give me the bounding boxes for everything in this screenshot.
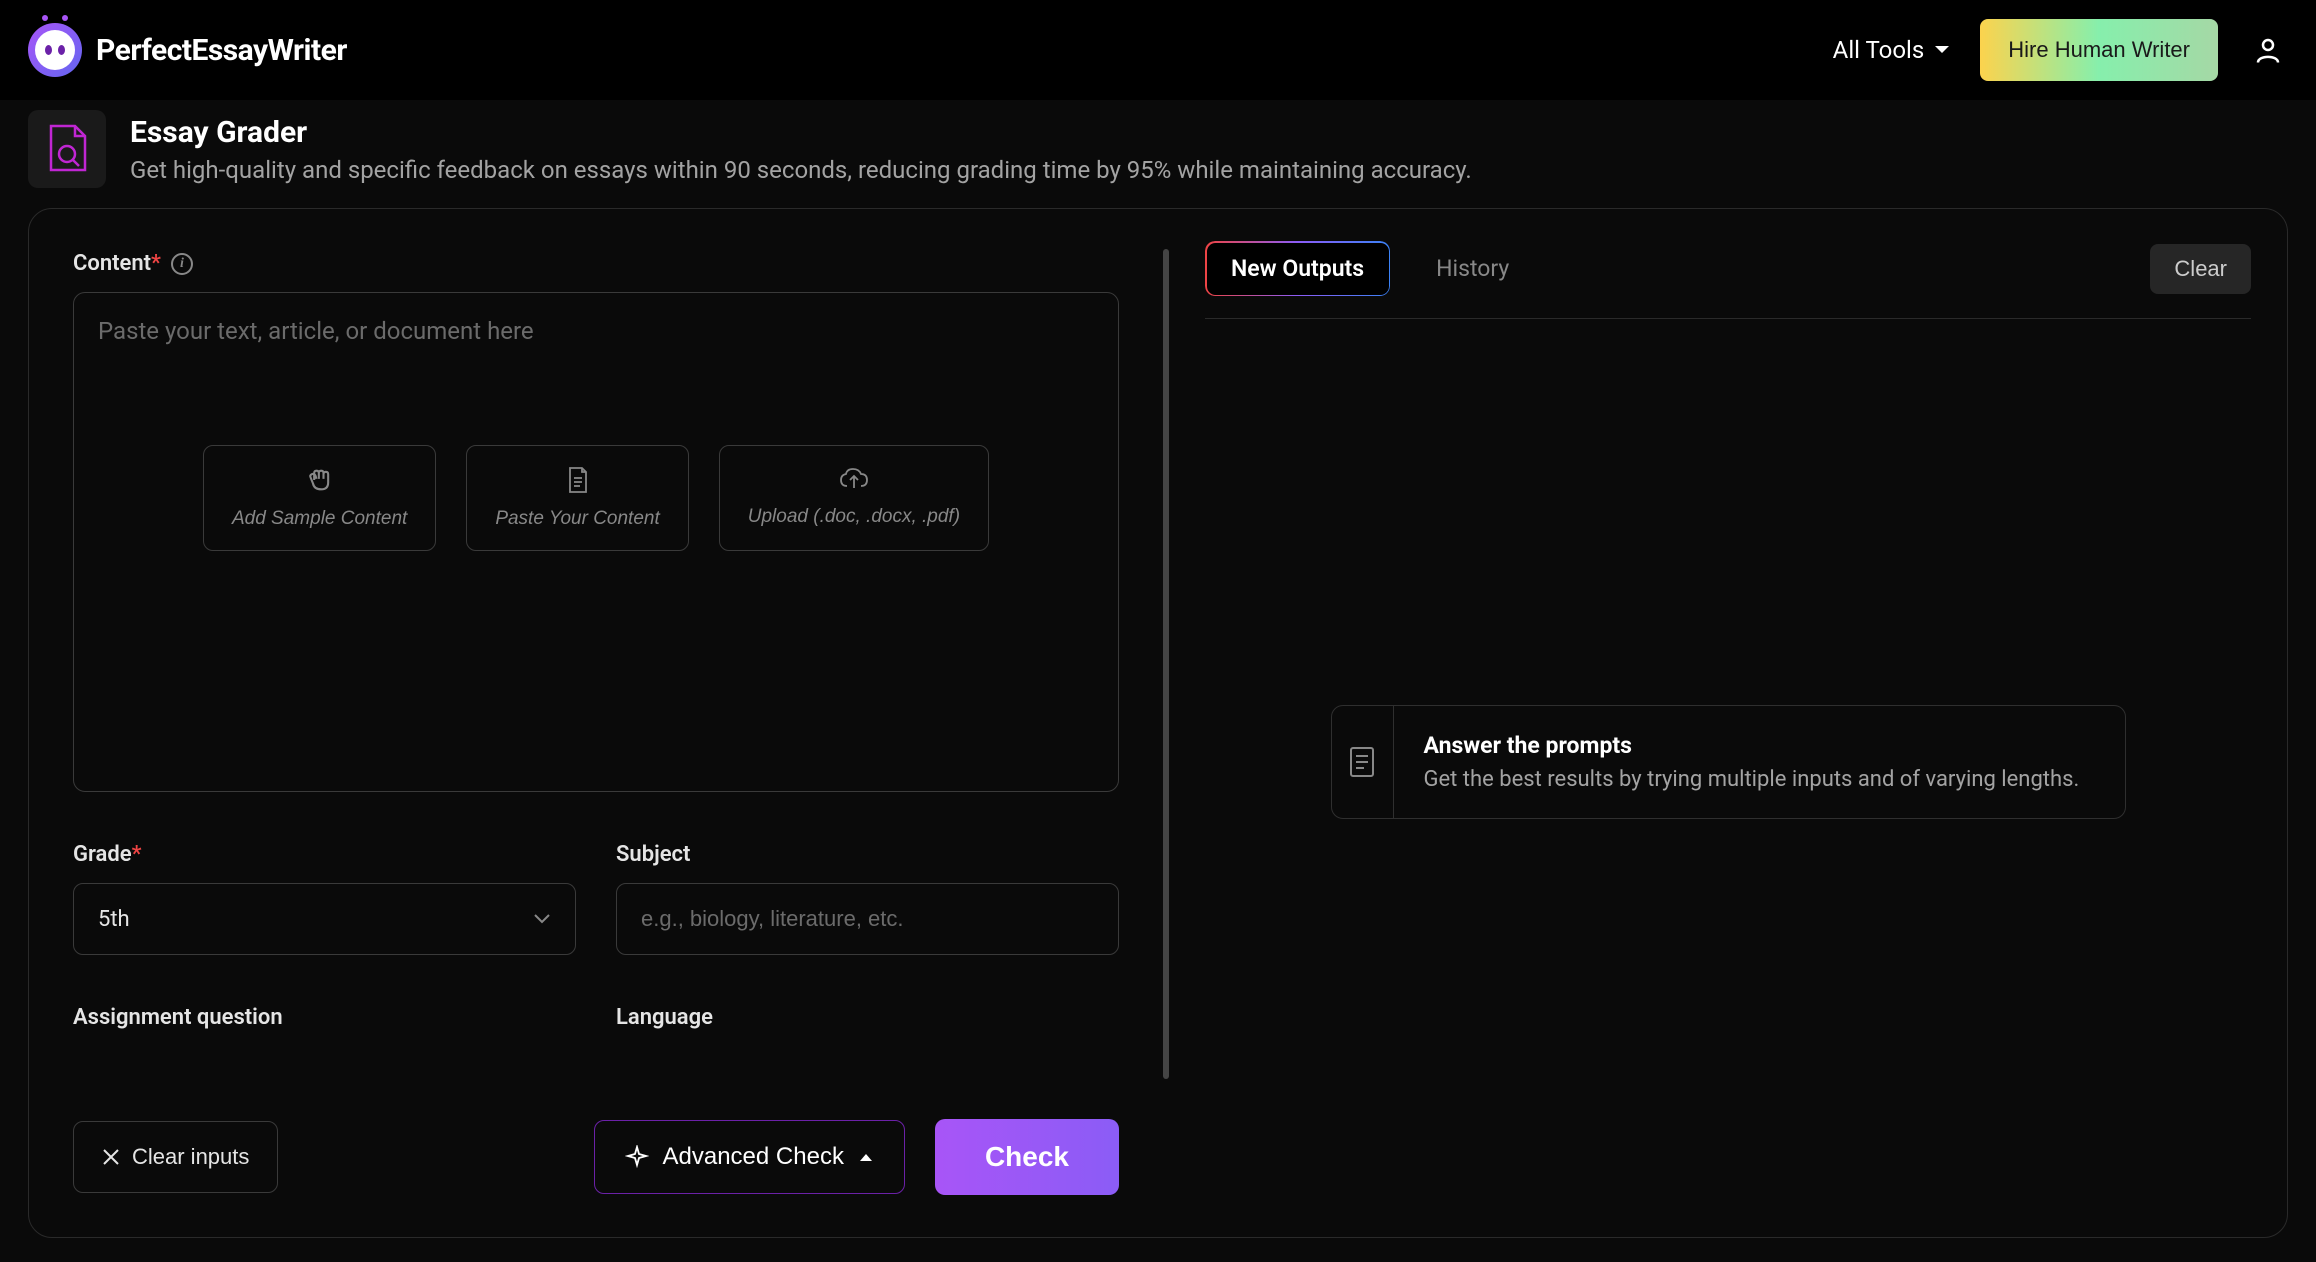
tab-new-outputs[interactable]: New Outputs xyxy=(1205,241,1390,296)
page-subtitle: Get high-quality and specific feedback o… xyxy=(130,156,1472,184)
document-icon xyxy=(566,466,590,494)
user-profile-icon[interactable] xyxy=(2248,30,2288,70)
grade-select[interactable]: 5th xyxy=(73,883,576,955)
subject-label: Subject xyxy=(616,842,1119,867)
subject-input[interactable] xyxy=(616,883,1119,955)
empty-state-card: Answer the prompts Get the best results … xyxy=(1331,705,2126,819)
logo-icon xyxy=(28,23,82,77)
add-sample-content-button[interactable]: Add Sample Content xyxy=(203,445,436,551)
info-icon[interactable]: i xyxy=(171,253,193,275)
output-content: Answer the prompts Get the best results … xyxy=(1205,319,2251,1205)
grade-value: 5th xyxy=(98,907,130,932)
output-panel: New Outputs History Clear Answer the pro… xyxy=(1169,209,2287,1237)
input-panel: Content* i Paste your text, article, or … xyxy=(29,209,1163,1237)
check-button[interactable]: Check xyxy=(935,1119,1119,1195)
caret-down-icon xyxy=(1934,45,1950,55)
grade-label: Grade* xyxy=(73,842,576,867)
page-icon xyxy=(28,110,106,188)
close-icon xyxy=(102,1148,120,1166)
page-title: Essay Grader xyxy=(130,115,1472,150)
upload-button[interactable]: Upload (.doc, .docx, .pdf) xyxy=(719,445,989,551)
logo-text: PerfectEssayWriter xyxy=(96,33,347,68)
all-tools-label: All Tools xyxy=(1833,36,1925,64)
content-placeholder: Paste your text, article, or document he… xyxy=(98,317,1094,345)
cloud-upload-icon xyxy=(839,466,869,492)
output-tabs: New Outputs History Clear xyxy=(1205,241,2251,319)
content-helper-buttons: Add Sample Content Paste Your Content Up… xyxy=(98,445,1094,551)
logo[interactable]: PerfectEssayWriter xyxy=(28,23,347,77)
paste-content-button[interactable]: Paste Your Content xyxy=(466,445,688,551)
chevron-down-icon xyxy=(533,913,551,925)
bottom-actions: Clear inputs Advanced Check Check xyxy=(73,1089,1119,1195)
empty-state-title: Answer the prompts xyxy=(1424,732,2080,759)
assignment-label: Assignment question xyxy=(73,1005,576,1030)
main-header: PerfectEssayWriter All Tools Hire Human … xyxy=(0,0,2316,100)
clear-inputs-button[interactable]: Clear inputs xyxy=(73,1121,278,1193)
clear-output-button[interactable]: Clear xyxy=(2150,244,2251,294)
content-label: Content* i xyxy=(73,251,1119,276)
hand-wave-icon xyxy=(306,466,334,494)
tab-history[interactable]: History xyxy=(1410,241,1535,296)
document-icon xyxy=(1332,706,1394,818)
header-actions: All Tools Hire Human Writer xyxy=(1833,19,2288,81)
content-textarea[interactable]: Paste your text, article, or document he… xyxy=(73,292,1119,792)
empty-state-subtitle: Get the best results by trying multiple … xyxy=(1424,767,2080,792)
hire-human-writer-button[interactable]: Hire Human Writer xyxy=(1980,19,2218,81)
caret-up-icon xyxy=(858,1151,874,1163)
sparkle-icon xyxy=(625,1145,649,1169)
all-tools-dropdown[interactable]: All Tools xyxy=(1833,36,1951,64)
advanced-check-button[interactable]: Advanced Check xyxy=(594,1120,905,1194)
language-label: Language xyxy=(616,1005,1119,1030)
main-container: Content* i Paste your text, article, or … xyxy=(28,208,2288,1238)
page-header: Essay Grader Get high-quality and specif… xyxy=(0,100,2316,208)
